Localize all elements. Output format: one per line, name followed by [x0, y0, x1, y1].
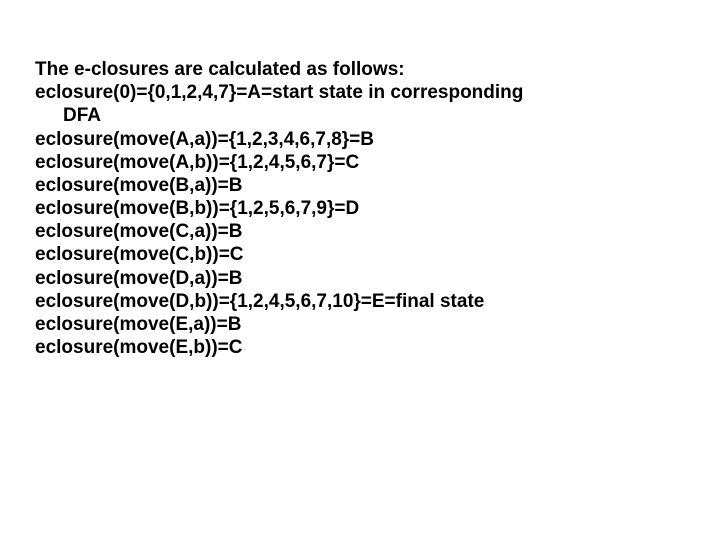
- text-line-move-d-b: eclosure(move(D,b))={1,2,4,5,6,7,10}=E=f…: [35, 290, 685, 313]
- text-line-eclosure-0: eclosure(0)={0,1,2,4,7}=A=start state in…: [35, 81, 685, 104]
- text-line-move-c-a: eclosure(move(C,a))=B: [35, 220, 685, 243]
- text-line-dfa-continuation: DFA: [35, 104, 685, 127]
- text-line-move-e-b: eclosure(move(E,b))=C: [35, 336, 685, 359]
- text-line-move-a-b: eclosure(move(A,b))={1,2,4,5,6,7}=C: [35, 151, 685, 174]
- text-line-move-b-b: eclosure(move(B,b))={1,2,5,6,7,9}=D: [35, 197, 685, 220]
- text-line-move-a-a: eclosure(move(A,a))={1,2,3,4,6,7,8}=B: [35, 128, 685, 151]
- text-line-move-c-b: eclosure(move(C,b))=C: [35, 243, 685, 266]
- text-line-move-e-a: eclosure(move(E,a))=B: [35, 313, 685, 336]
- eclosure-text-block: The e-closures are calculated as follows…: [35, 58, 685, 359]
- text-line-move-b-a: eclosure(move(B,a))=B: [35, 174, 685, 197]
- text-line-move-d-a: eclosure(move(D,a))=B: [35, 267, 685, 290]
- text-line-heading: The e-closures are calculated as follows…: [35, 58, 685, 81]
